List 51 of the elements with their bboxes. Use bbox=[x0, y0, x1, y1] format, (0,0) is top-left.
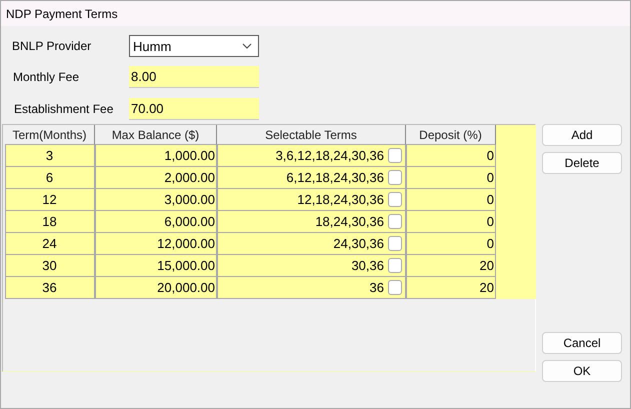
table-cell: 12 bbox=[5, 189, 95, 211]
table-cell: 1,000.00 bbox=[95, 145, 217, 167]
terms-text: 12,18,24,30,36 bbox=[297, 192, 384, 207]
terms-text: 18,24,30,36 bbox=[315, 214, 384, 229]
table-cell: 0 bbox=[406, 189, 496, 211]
input-field[interactable]: 70.00 bbox=[129, 98, 259, 120]
table-cell: 0 bbox=[406, 233, 496, 255]
terms-text: 24,30,36 bbox=[333, 236, 384, 251]
dialog-button[interactable]: Cancel bbox=[542, 332, 622, 354]
table-cell: 20 bbox=[406, 277, 496, 299]
checkbox[interactable] bbox=[388, 280, 402, 295]
input-field[interactable]: 8.00 bbox=[129, 66, 259, 88]
column-header: Term(Months) bbox=[5, 125, 95, 145]
window-title: NDP Payment Terms bbox=[6, 6, 118, 20]
terms-text: 30,36 bbox=[351, 258, 384, 273]
table-cell: 12,000.00 bbox=[95, 233, 217, 255]
table-cell: 2,000.00 bbox=[95, 167, 217, 189]
table-cell: 20,000.00 bbox=[95, 277, 217, 299]
column-header: Max Balance ($) bbox=[95, 125, 217, 145]
field-label: Monthly Fee bbox=[12, 69, 80, 86]
terms-text: 6,12,18,24,30,36 bbox=[286, 170, 384, 185]
field-label: BNLP Provider bbox=[11, 38, 92, 55]
checkbox[interactable] bbox=[388, 236, 402, 251]
terms-text: 3,6,12,18,24,30,36 bbox=[276, 148, 384, 163]
table-cell: 0 bbox=[406, 145, 496, 167]
column-header: Deposit (%) bbox=[406, 125, 496, 145]
checkbox[interactable] bbox=[388, 214, 402, 229]
table-cell: 0 bbox=[406, 167, 496, 189]
table-cell: 6 bbox=[5, 167, 95, 189]
table-cell: 3,000.00 bbox=[95, 189, 217, 211]
checkbox[interactable] bbox=[388, 258, 402, 273]
table-cell: 18 bbox=[5, 211, 95, 233]
action-button[interactable]: Delete bbox=[542, 152, 622, 174]
field-label: Establishment Fee bbox=[13, 100, 114, 118]
table-cell: 30 bbox=[5, 255, 95, 277]
table-cell: 20 bbox=[406, 255, 496, 277]
checkbox[interactable] bbox=[388, 170, 402, 185]
action-button[interactable]: Add bbox=[542, 124, 622, 146]
checkbox[interactable] bbox=[388, 148, 402, 163]
table-cell: 0 bbox=[406, 211, 496, 233]
chevron-icon bbox=[242, 43, 252, 49]
table-cell: 3 bbox=[5, 145, 95, 167]
table-cell: 6,000.00 bbox=[95, 211, 217, 233]
checkbox[interactable] bbox=[388, 192, 402, 207]
column-header: Selectable Terms bbox=[217, 125, 406, 145]
terms-text: 36 bbox=[370, 280, 384, 295]
provider-dropdown[interactable]: Humm bbox=[129, 35, 259, 57]
table-cell: 36 bbox=[5, 277, 95, 299]
dialog-button[interactable]: OK bbox=[542, 360, 622, 382]
table-cell: 24 bbox=[5, 233, 95, 255]
table-cell: 15,000.00 bbox=[95, 255, 217, 277]
